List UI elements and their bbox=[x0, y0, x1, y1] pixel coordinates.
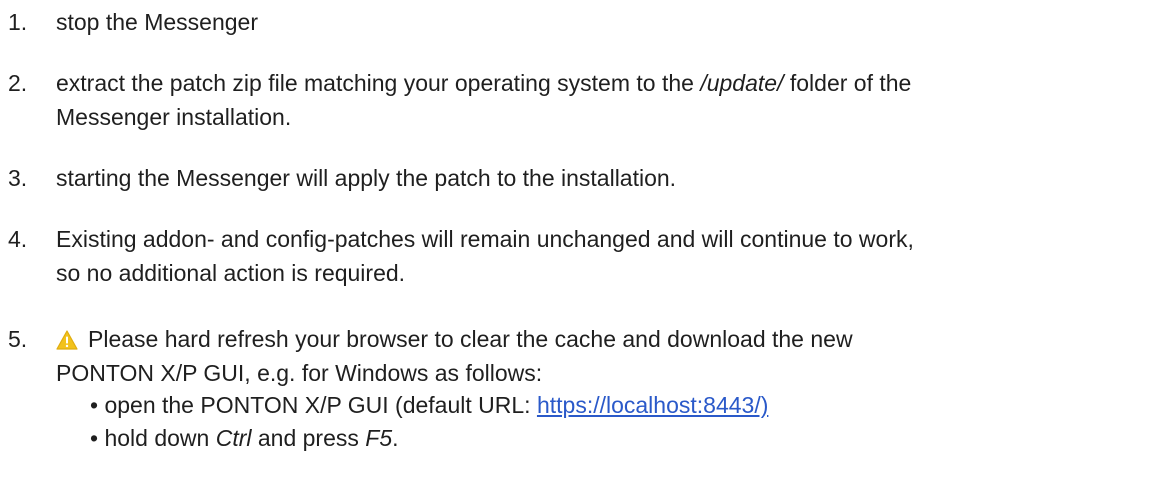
substep-text: . bbox=[392, 425, 399, 451]
step-text-line1: extract the patch zip file matching your… bbox=[56, 66, 911, 100]
step-number: 2. bbox=[8, 70, 28, 96]
step-text-part: folder of the bbox=[783, 70, 912, 96]
step-number: 3. bbox=[8, 165, 28, 191]
step-text-part: Please hard refresh your browser to clea… bbox=[88, 326, 853, 352]
step-number: 5. bbox=[8, 326, 28, 352]
step-text: starting the Messenger will apply the pa… bbox=[56, 165, 677, 191]
update-folder-path: /update/ bbox=[700, 70, 784, 96]
substep-open-gui: • open the PONTON X/P GUI (default URL: … bbox=[90, 388, 768, 422]
step-text-line1: Existing addon- and config-patches will … bbox=[56, 226, 914, 252]
step-text-part: extract the patch zip file matching your… bbox=[56, 70, 701, 96]
key-ctrl: Ctrl bbox=[215, 425, 252, 451]
substep-hard-refresh: • hold down Ctrl and press F5. bbox=[90, 421, 399, 455]
step-number: 4. bbox=[8, 226, 28, 252]
step-text-line2: so no additional action is required. bbox=[56, 260, 406, 286]
step-text-line2: Messenger installation. bbox=[56, 104, 292, 130]
substep-text: and press bbox=[251, 425, 366, 451]
substep-text: • open the PONTON X/P GUI (default URL: bbox=[90, 392, 537, 418]
step-text-line1: Please hard refresh your browser to clea… bbox=[56, 322, 853, 359]
step-text-line2: PONTON X/P GUI, e.g. for Windows as foll… bbox=[56, 360, 543, 386]
key-f5: F5 bbox=[365, 425, 393, 451]
step-number: 1. bbox=[8, 9, 28, 35]
step-text: stop the Messenger bbox=[56, 9, 259, 35]
substep-text: • hold down bbox=[90, 425, 216, 451]
instructions-list: 1. stop the Messenger 2. extract the pat… bbox=[0, 0, 1160, 497]
default-url-link[interactable]: https://localhost:8443/) bbox=[537, 392, 768, 418]
warning-icon bbox=[56, 325, 78, 359]
